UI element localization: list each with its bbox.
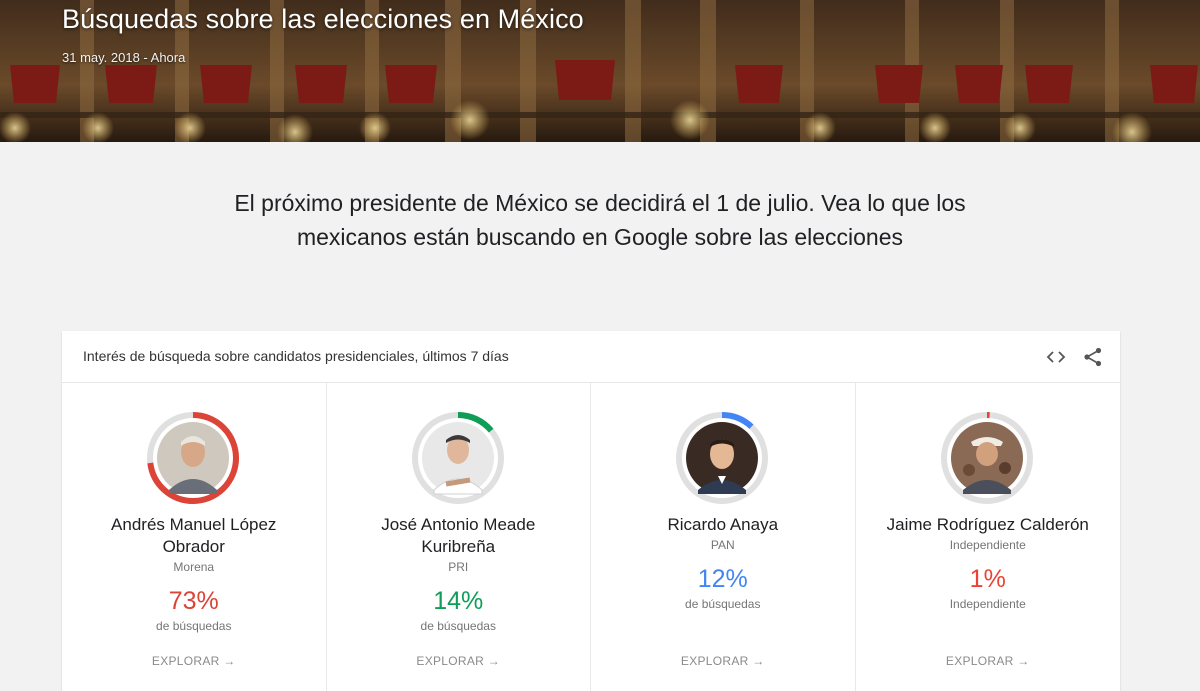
candidate-amlo: Andrés Manuel López Obrador Morena 73% d…	[62, 383, 327, 691]
header-banner: Búsquedas sobre las elecciones en México…	[0, 0, 1200, 142]
candidate-name: Ricardo Anaya	[667, 515, 779, 534]
share-icon[interactable]	[1082, 346, 1104, 368]
search-percent: 12%	[697, 565, 748, 593]
candidate-ring	[147, 412, 239, 504]
candidate-ring	[411, 412, 504, 504]
card-title: Interés de búsqueda sobre candidatos pre…	[83, 348, 509, 364]
candidate-ring	[676, 412, 768, 504]
candidate-ring	[940, 412, 1033, 504]
page-title: Búsquedas sobre las elecciones en México	[62, 4, 584, 34]
candidates-card: Interés de búsqueda sobre candidatos pre…	[62, 331, 1120, 691]
search-percent: 14%	[433, 587, 484, 615]
candidate-name: José Antonio Meade Kuribreña	[381, 515, 536, 556]
candidate-party: PRI	[448, 560, 469, 574]
arrow-right-icon: →	[223, 654, 236, 668]
explore-link[interactable]: EXPLORAR →	[856, 654, 1121, 668]
candidate-rodriguez: Jaime Rodríguez Calderón Independiente 1…	[856, 383, 1121, 691]
card-header: Interés de búsqueda sobre candidatos pre…	[62, 331, 1120, 383]
candidate-columns: Andrés Manuel López Obrador Morena 73% d…	[62, 383, 1120, 691]
candidate-name: Jaime Rodríguez Calderón	[886, 515, 1089, 534]
arrow-right-icon: →	[1017, 654, 1030, 668]
explore-link[interactable]: EXPLORAR →	[62, 654, 326, 668]
candidate-meade: José Antonio Meade Kuribreña PRI 14% de …	[327, 383, 591, 691]
candidate-party: Morena	[173, 560, 215, 574]
arrow-right-icon: →	[752, 654, 765, 668]
percent-label: de búsquedas	[420, 619, 496, 633]
candidate-name: Andrés Manuel López Obrador	[111, 515, 277, 556]
explore-link[interactable]: EXPLORAR →	[591, 654, 855, 668]
candidate-anaya: Ricardo Anaya PAN 12% de búsquedas EXPLO…	[591, 383, 856, 691]
candidate-party: Independiente	[949, 538, 1026, 552]
arrow-right-icon: →	[487, 654, 501, 668]
search-percent: 73%	[168, 587, 219, 615]
intro-text: El próximo presidente de México se decid…	[234, 190, 966, 250]
percent-label: Independiente	[949, 597, 1026, 611]
explore-link[interactable]: EXPLORAR →	[327, 654, 591, 668]
percent-label: de búsquedas	[685, 597, 761, 611]
embed-code-icon[interactable]	[1045, 346, 1067, 368]
percent-label: de búsquedas	[156, 619, 232, 633]
candidate-party: PAN	[710, 538, 735, 552]
date-range: 31 may. 2018 - Ahora	[62, 50, 186, 65]
search-percent: 1%	[969, 565, 1006, 593]
